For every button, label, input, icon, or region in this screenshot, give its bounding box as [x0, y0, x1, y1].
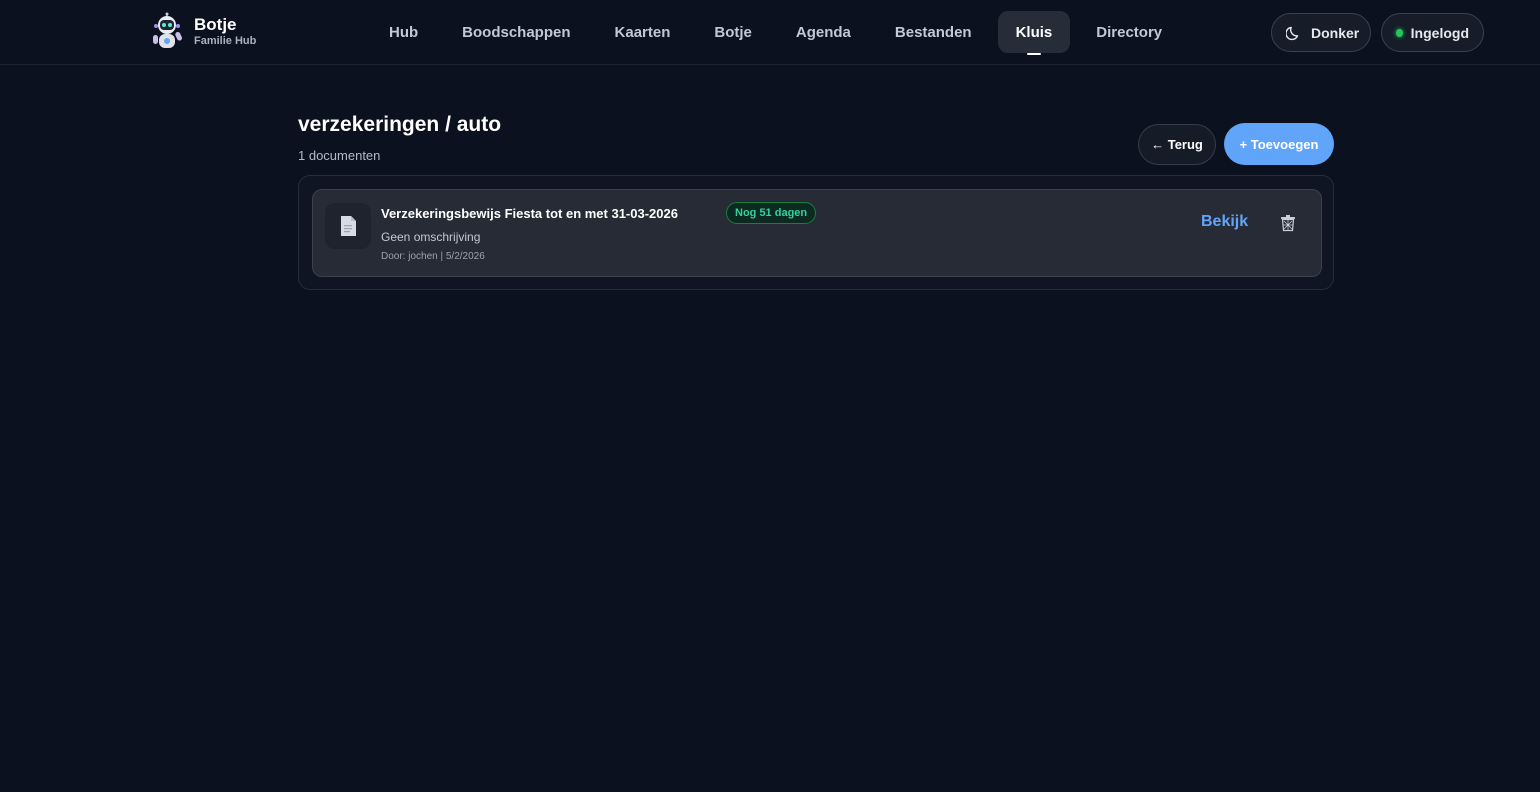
- moon-icon: [1285, 25, 1302, 41]
- theme-toggle-button[interactable]: Donker: [1271, 13, 1371, 52]
- document-list: Verzekeringsbewijs Fiesta tot en met 31-…: [298, 175, 1334, 290]
- expiry-badge: Nog 51 dagen: [726, 202, 817, 224]
- nav-item-agenda[interactable]: Agenda: [774, 11, 873, 53]
- view-document-button[interactable]: Bekijk: [1201, 213, 1248, 231]
- nav-item-hub[interactable]: Hub: [367, 11, 440, 53]
- robot-logo-icon: [148, 12, 186, 52]
- login-status-button[interactable]: Ingelogd: [1381, 13, 1484, 52]
- theme-toggle-label: Donker: [1311, 24, 1360, 41]
- nav-item-botje[interactable]: Botje: [692, 11, 774, 53]
- document-meta: Door: jochen | 5/2/2026: [381, 251, 485, 262]
- brand[interactable]: Botje Familie Hub: [148, 12, 256, 52]
- trash-icon[interactable]: [1279, 214, 1297, 232]
- nav-item-kaarten[interactable]: Kaarten: [593, 11, 693, 53]
- document-title: Verzekeringsbewijs Fiesta tot en met 31-…: [381, 206, 678, 221]
- brand-title: Botje: [194, 15, 237, 34]
- main-nav: Hub Boodschappen Kaarten Botje Agenda Be…: [367, 11, 1184, 55]
- add-document-button[interactable]: + Toevoegen: [1224, 123, 1334, 165]
- nav-item-directory[interactable]: Directory: [1074, 11, 1184, 53]
- brand-subtitle: Familie Hub: [194, 35, 257, 47]
- nav-item-boodschappen[interactable]: Boodschappen: [440, 11, 592, 53]
- page-title: verzekeringen / auto: [298, 113, 502, 136]
- back-button[interactable]: ← Terug: [1138, 124, 1216, 165]
- document-count: 1 documenten: [298, 148, 381, 163]
- document-icon: [325, 203, 371, 249]
- status-dot-icon: [1396, 28, 1403, 37]
- login-status-label: Ingelogd: [1410, 24, 1469, 41]
- nav-item-kluis[interactable]: Kluis: [997, 11, 1071, 55]
- nav-item-bestanden[interactable]: Bestanden: [873, 11, 994, 53]
- top-navigation-bar: Botje Familie Hub Hub Boodschappen Kaart…: [0, 0, 1540, 65]
- document-description: Geen omschrijving: [381, 230, 481, 244]
- list-item[interactable]: Verzekeringsbewijs Fiesta tot en met 31-…: [312, 189, 1322, 277]
